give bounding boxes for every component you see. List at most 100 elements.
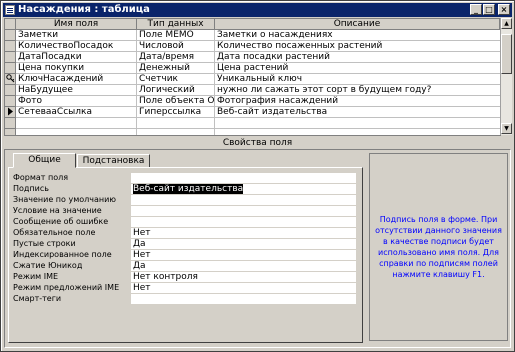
close-button[interactable]: × <box>498 4 510 15</box>
field-name-cell[interactable]: СетевааСсылка <box>16 107 137 117</box>
field-name-cell[interactable]: Фото <box>16 96 137 106</box>
property-value-field[interactable] <box>131 217 356 228</box>
field-name-cell[interactable]: Заметки <box>16 30 137 40</box>
description-cell[interactable]: Заметки о насаждениях <box>215 30 500 40</box>
description-cell[interactable]: нужно ли сажать этот сорт в будущем году… <box>215 85 500 95</box>
property-label: Обязательное поле <box>13 228 96 237</box>
data-type-cell[interactable]: Гиперссылка <box>137 107 215 117</box>
data-type-cell[interactable]: Поле объекта OLE <box>137 96 215 106</box>
field-name-cell[interactable]: Цена покупки <box>16 63 137 73</box>
property-hint-text: Подпись поля в форме. При отсутствии дан… <box>375 215 502 279</box>
data-type-cell[interactable]: Счетчик <box>137 74 215 84</box>
description-cell[interactable]: Веб-сайт издательства <box>215 107 500 117</box>
row-selector[interactable] <box>5 52 16 63</box>
property-hint-panel: Подпись поля в форме. При отсутствии дан… <box>369 153 508 341</box>
property-row[interactable]: Режим IME Нет контроля <box>13 272 356 283</box>
data-type-cell[interactable]: Поле MEMO <box>137 30 215 40</box>
description-cell[interactable]: Дата посадки растений <box>215 52 500 62</box>
property-label: Режим IME <box>13 272 59 281</box>
table-row[interactable]: ДатаПосадки Дата/время Дата посадки раст… <box>5 52 500 63</box>
table-row[interactable]: Заметки Поле MEMO Заметки о насаждениях <box>5 30 500 41</box>
table-icon <box>5 5 15 15</box>
property-label: Подпись <box>13 184 49 193</box>
property-label: Пустые строки <box>13 239 76 248</box>
property-value-field[interactable]: Нет контроля <box>131 272 356 283</box>
property-label: Формат поля <box>13 173 69 182</box>
data-type-cell[interactable] <box>137 129 215 135</box>
field-name-cell[interactable] <box>16 118 137 128</box>
field-name-cell[interactable]: ДатаПосадки <box>16 52 137 62</box>
tab-lookup[interactable]: Подстановка <box>77 154 150 168</box>
property-row[interactable]: Подпись Веб-сайт издательства <box>13 184 356 195</box>
description-cell[interactable] <box>215 129 500 135</box>
property-row[interactable]: Сжатие Юникод Да <box>13 261 356 272</box>
primary-key-icon <box>5 74 14 83</box>
column-header-data-type[interactable]: Тип данных <box>137 19 215 30</box>
description-cell[interactable]: Фотография насаждений <box>215 96 500 106</box>
maximize-button[interactable]: □ <box>483 4 495 15</box>
row-selector[interactable] <box>5 63 16 74</box>
table-row[interactable]: СетевааСсылка Гиперссылка Веб-сайт издат… <box>5 107 500 118</box>
field-name-cell[interactable] <box>16 129 137 135</box>
field-name-cell[interactable]: КоличествоПосадок <box>16 41 137 51</box>
column-header-description[interactable]: Описание <box>215 19 500 30</box>
property-row[interactable]: Пустые строки Да <box>13 239 356 250</box>
data-type-cell[interactable]: Дата/время <box>137 52 215 62</box>
field-design-grid: Имя поля Тип данных Описание Заметки Пол… <box>4 18 501 136</box>
property-row[interactable]: Условие на значение <box>13 206 356 217</box>
property-row[interactable]: Режим предложений IME Нет <box>13 283 356 294</box>
property-row[interactable]: Сообщение об ошибке <box>13 217 356 228</box>
table-row[interactable] <box>5 129 500 135</box>
property-label: Сообщение об ошибке <box>13 217 109 226</box>
description-cell[interactable] <box>215 118 500 128</box>
table-row[interactable]: КоличествоПосадок Числовой Количество по… <box>5 41 500 52</box>
column-header-field-name[interactable]: Имя поля <box>16 19 137 30</box>
row-selector[interactable] <box>5 30 16 41</box>
title-bar[interactable]: Насаждения : таблица _ □ × <box>3 3 512 17</box>
field-name-cell[interactable]: КлючНасаждений <box>16 74 137 84</box>
table-row[interactable]: Фото Поле объекта OLE Фотография насажде… <box>5 96 500 107</box>
property-value-field[interactable] <box>131 294 356 305</box>
row-selector[interactable] <box>5 85 16 96</box>
field-name-cell[interactable]: НаБудущее <box>16 85 137 95</box>
scroll-down-arrow-icon[interactable]: ▼ <box>501 123 512 134</box>
vertical-scrollbar[interactable]: ▲ ▼ <box>500 18 512 135</box>
property-value-field[interactable]: Нет <box>131 283 356 294</box>
table-row[interactable]: НаБудущее Логический нужно ли сажать это… <box>5 85 500 96</box>
property-row[interactable]: Индексированное поле Нет <box>13 250 356 261</box>
property-row[interactable]: Значение по умолчанию <box>13 195 356 206</box>
property-value-field[interactable]: Нет <box>131 228 356 239</box>
row-selector[interactable] <box>5 118 16 129</box>
property-value-field[interactable]: Да <box>131 261 356 272</box>
property-row[interactable]: Обязательное поле Нет <box>13 228 356 239</box>
description-cell[interactable]: Цена растений <box>215 63 500 73</box>
description-cell[interactable]: Уникальный ключ <box>215 74 500 84</box>
data-type-cell[interactable]: Денежный <box>137 63 215 73</box>
data-type-cell[interactable]: Логический <box>137 85 215 95</box>
property-value-field[interactable]: Да <box>131 239 356 250</box>
property-row[interactable]: Смарт-теги <box>13 294 356 305</box>
row-selector[interactable] <box>5 41 16 52</box>
scroll-thumb[interactable] <box>501 34 512 74</box>
property-value-field[interactable]: Нет <box>131 250 356 261</box>
table-row[interactable]: Цена покупки Денежный Цена растений <box>5 63 500 74</box>
row-selector[interactable] <box>5 74 16 85</box>
row-selector[interactable] <box>5 129 16 135</box>
property-value-field[interactable] <box>131 195 356 206</box>
row-selector[interactable] <box>5 96 16 107</box>
data-type-cell[interactable]: Числовой <box>137 41 215 51</box>
table-row[interactable] <box>5 118 500 129</box>
tab-general[interactable]: Общие <box>13 153 76 168</box>
caption-value-field[interactable]: Веб-сайт издательства <box>131 184 356 195</box>
selected-caption-text: Веб-сайт издательства <box>133 184 244 194</box>
property-value-field[interactable] <box>131 206 356 217</box>
data-type-cell[interactable] <box>137 118 215 128</box>
description-cell[interactable]: Количество посаженных растений <box>215 41 500 51</box>
property-row[interactable]: Формат поля <box>13 173 356 184</box>
scroll-up-arrow-icon[interactable]: ▲ <box>501 18 512 29</box>
property-value-field[interactable] <box>131 173 356 184</box>
table-row[interactable]: КлючНасаждений Счетчик Уникальный ключ <box>5 74 500 85</box>
row-selector[interactable] <box>5 107 16 118</box>
property-label: Режим предложений IME <box>13 283 120 292</box>
minimize-button[interactable]: _ <box>470 4 482 15</box>
